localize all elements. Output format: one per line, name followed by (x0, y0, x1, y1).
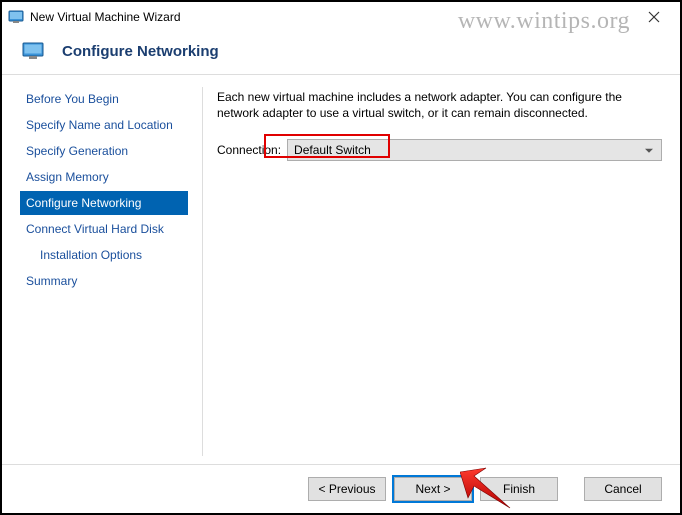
step-installation-options[interactable]: Installation Options (20, 243, 188, 267)
connection-value: Default Switch (294, 143, 371, 157)
wizard-header: Configure Networking (2, 32, 680, 75)
vm-wizard-icon (8, 9, 24, 25)
wizard-footer: < Previous Next > Finish Cancel (2, 464, 680, 513)
connection-dropdown[interactable]: Default Switch (287, 139, 662, 161)
titlebar: New Virtual Machine Wizard (2, 2, 680, 32)
step-assign-memory[interactable]: Assign Memory (20, 165, 188, 189)
previous-button[interactable]: < Previous (308, 477, 386, 501)
step-specify-name-location[interactable]: Specify Name and Location (20, 113, 188, 137)
step-configure-networking[interactable]: Configure Networking (20, 191, 188, 215)
step-specify-generation[interactable]: Specify Generation (20, 139, 188, 163)
connection-label: Connection: (217, 143, 281, 157)
next-button[interactable]: Next > (394, 477, 472, 501)
step-summary[interactable]: Summary (20, 269, 188, 293)
step-before-you-begin[interactable]: Before You Begin (20, 87, 188, 111)
vm-header-icon (22, 42, 44, 60)
page-title: Configure Networking (62, 43, 219, 60)
close-icon (648, 11, 660, 23)
description-text: Each new virtual machine includes a netw… (217, 89, 662, 121)
main-panel: Each new virtual machine includes a netw… (202, 87, 662, 456)
close-button[interactable] (634, 5, 674, 29)
window-title: New Virtual Machine Wizard (30, 10, 181, 24)
cancel-button[interactable]: Cancel (584, 477, 662, 501)
wizard-steps-sidebar: Before You Begin Specify Name and Locati… (20, 87, 188, 456)
finish-button[interactable]: Finish (480, 477, 558, 501)
step-connect-vhd[interactable]: Connect Virtual Hard Disk (20, 217, 188, 241)
